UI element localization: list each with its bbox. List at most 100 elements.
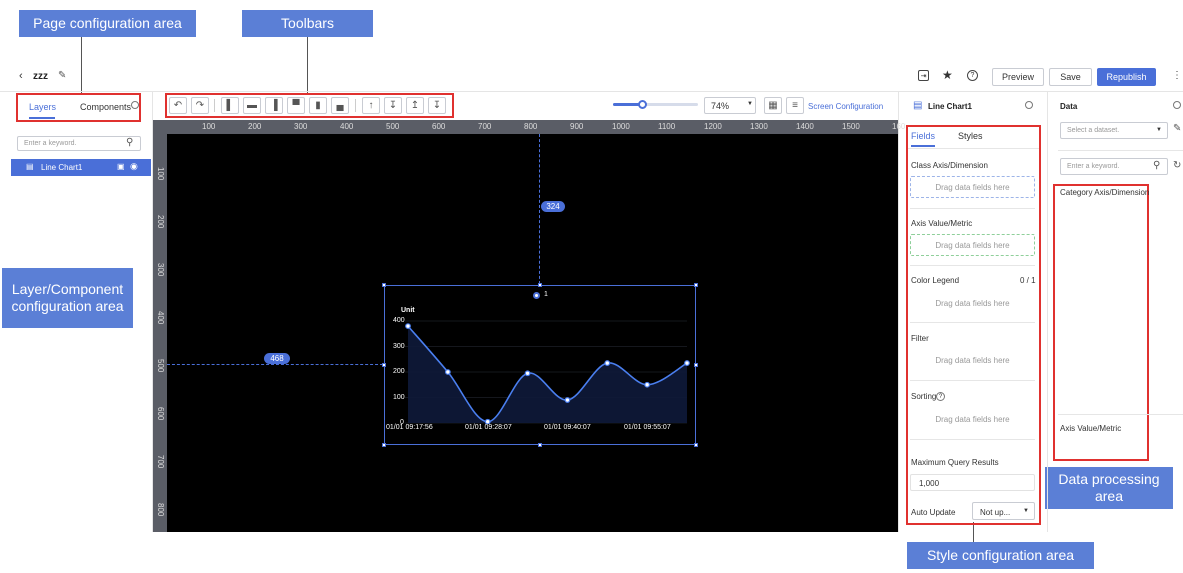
ruler-top-tick: 1200	[704, 122, 722, 131]
redo-icon[interactable]: ↷	[191, 97, 209, 114]
ruler-top-tick: 600	[432, 122, 446, 131]
lock-icon[interactable]: ▣	[117, 162, 125, 171]
highlight-data-processing	[1053, 184, 1149, 461]
ruler-top-tick: 900	[570, 122, 584, 131]
chevron-down-icon: ▼	[1156, 127, 1162, 133]
chevron-down-icon: ▼	[747, 101, 753, 107]
sorting-dropzone[interactable]: Drag data fields here	[910, 408, 1035, 430]
republish-button[interactable]: Republish	[1097, 68, 1156, 86]
guide-top-badge: 324	[541, 201, 565, 212]
refresh-icon[interactable]: ↻	[1173, 160, 1181, 171]
resize-handle[interactable]	[694, 443, 698, 447]
zoom-select[interactable]: 74% ▼	[704, 97, 756, 114]
ruler-left-tick: 800	[156, 503, 165, 517]
auto-update-label: Auto Update	[911, 508, 956, 517]
color-legend-label: Color Legend	[911, 276, 960, 285]
ruler-top-tick: 1000	[612, 122, 630, 131]
category-axis-label: Category Axis/Dimension	[1060, 188, 1150, 197]
y-tick-label: 400	[393, 317, 405, 324]
align-center-h-icon[interactable]: ▬	[243, 97, 261, 114]
x-tick-label: 01/01 09:40:07	[544, 424, 591, 431]
data-search-input[interactable]: Enter a keyword. ⚲	[1060, 158, 1168, 175]
tab-divider	[908, 148, 1039, 149]
star-icon[interactable]: ★	[942, 68, 953, 82]
data-panel-title: Data	[1060, 102, 1078, 111]
line-chart-icon: ▤	[26, 162, 34, 171]
undo-icon[interactable]: ↶	[169, 97, 187, 114]
dataset-select[interactable]: Select a dataset. ▼	[1060, 122, 1168, 139]
y-axis-label: Unit	[401, 307, 415, 314]
style-panel-title: Line Chart1	[928, 102, 973, 111]
layer-search-input[interactable]: Enter a keyword. ⚲	[17, 136, 141, 151]
edit-icon[interactable]: ✎	[58, 70, 66, 81]
data-point	[644, 381, 651, 388]
screen-config-link[interactable]: Screen Configuration	[808, 102, 883, 111]
max-query-input[interactable]: 1,000	[910, 474, 1035, 491]
align-left-icon[interactable]: ▌	[221, 97, 239, 114]
zoom-slider-handle[interactable]	[637, 100, 647, 109]
help-icon[interactable]: ?	[967, 70, 978, 81]
ruler-top-tick: 100	[202, 122, 216, 131]
toolbar-separator	[355, 99, 356, 112]
save-button[interactable]: Save	[1049, 68, 1092, 86]
resize-handle[interactable]	[538, 443, 542, 447]
resize-handle[interactable]	[694, 283, 698, 287]
ruler-left-tick: 400	[156, 311, 165, 325]
send-to-bottom-icon[interactable]: ↧	[428, 97, 446, 114]
ruler-left	[153, 134, 167, 532]
color-legend-dropzone[interactable]: Drag data fields here	[910, 292, 1035, 314]
chevron-down-icon: ▼	[1023, 508, 1029, 514]
x-tick-label: 01/01 09:28:07	[465, 424, 512, 431]
class-axis-dropzone[interactable]: Drag data fields here	[910, 176, 1035, 198]
ruler-top-tick: 500	[386, 122, 400, 131]
axis-value-dropzone[interactable]: Drag data fields here	[910, 234, 1035, 256]
line-chart-icon: ▤	[913, 100, 923, 111]
callout-toolbars: Toolbars	[242, 10, 373, 37]
eye-icon[interactable]: ◉	[130, 161, 138, 172]
align-right-icon[interactable]: ▐	[265, 97, 283, 114]
layer-item-line-chart[interactable]: ▤ Line Chart1 ▣ ◉	[11, 159, 151, 176]
ruler-top-tick: 200	[248, 122, 262, 131]
data-point	[604, 360, 611, 366]
zoom-slider[interactable]	[613, 100, 698, 109]
tab-fields[interactable]: Fields	[911, 131, 935, 141]
callout-line	[973, 522, 974, 542]
search-placeholder: Enter a keyword.	[1067, 163, 1120, 170]
edit-icon[interactable]: ✎	[1173, 123, 1181, 134]
search-icon[interactable]: ⚲	[1153, 160, 1160, 171]
section-divider	[1058, 150, 1183, 151]
align-bottom-icon[interactable]: ▄	[331, 97, 349, 114]
bring-forward-icon[interactable]: ↧	[384, 97, 402, 114]
resize-handle[interactable]	[538, 283, 542, 287]
search-icon[interactable]: ⚲	[126, 137, 133, 148]
auto-update-select[interactable]: Not up... ▼	[972, 502, 1035, 520]
export-icon[interactable]: ⇥	[918, 70, 929, 81]
ruler-top-tick: 1300	[750, 122, 768, 131]
bring-to-top-icon[interactable]: ↥	[406, 97, 424, 114]
dataset-placeholder: Select a dataset.	[1067, 127, 1120, 134]
toolbar-separator	[214, 99, 215, 112]
info-icon[interactable]	[1025, 101, 1033, 109]
filter-dropzone[interactable]: Drag data fields here	[910, 349, 1035, 371]
move-up-icon[interactable]: ↑	[362, 97, 380, 114]
info-icon[interactable]	[1173, 101, 1181, 109]
more-icon[interactable]: ⋮	[1172, 70, 1182, 81]
help-icon[interactable]: ?	[936, 392, 945, 401]
grid-icon[interactable]: ▦	[764, 97, 782, 114]
back-icon[interactable]: ‹	[19, 70, 23, 82]
ruler-left-tick: 500	[156, 359, 165, 373]
ruler-left-tick: 600	[156, 407, 165, 421]
resize-handle[interactable]	[382, 283, 386, 287]
align-middle-v-icon[interactable]: ▮	[309, 97, 327, 114]
tab-styles[interactable]: Styles	[958, 131, 983, 141]
align-top-icon[interactable]: ▀	[287, 97, 305, 114]
section-divider	[910, 439, 1035, 440]
x-tick-label: 01/01 09:55:07	[624, 424, 671, 431]
preview-button[interactable]: Preview	[992, 68, 1044, 86]
resize-handle[interactable]	[694, 363, 698, 367]
axis-value-label: Axis Value/Metric	[911, 219, 973, 228]
resize-handle[interactable]	[382, 443, 386, 447]
settings-icon[interactable]: ≡	[786, 97, 804, 114]
resize-handle[interactable]	[382, 363, 386, 367]
ruler-top-tick: 700	[478, 122, 492, 131]
